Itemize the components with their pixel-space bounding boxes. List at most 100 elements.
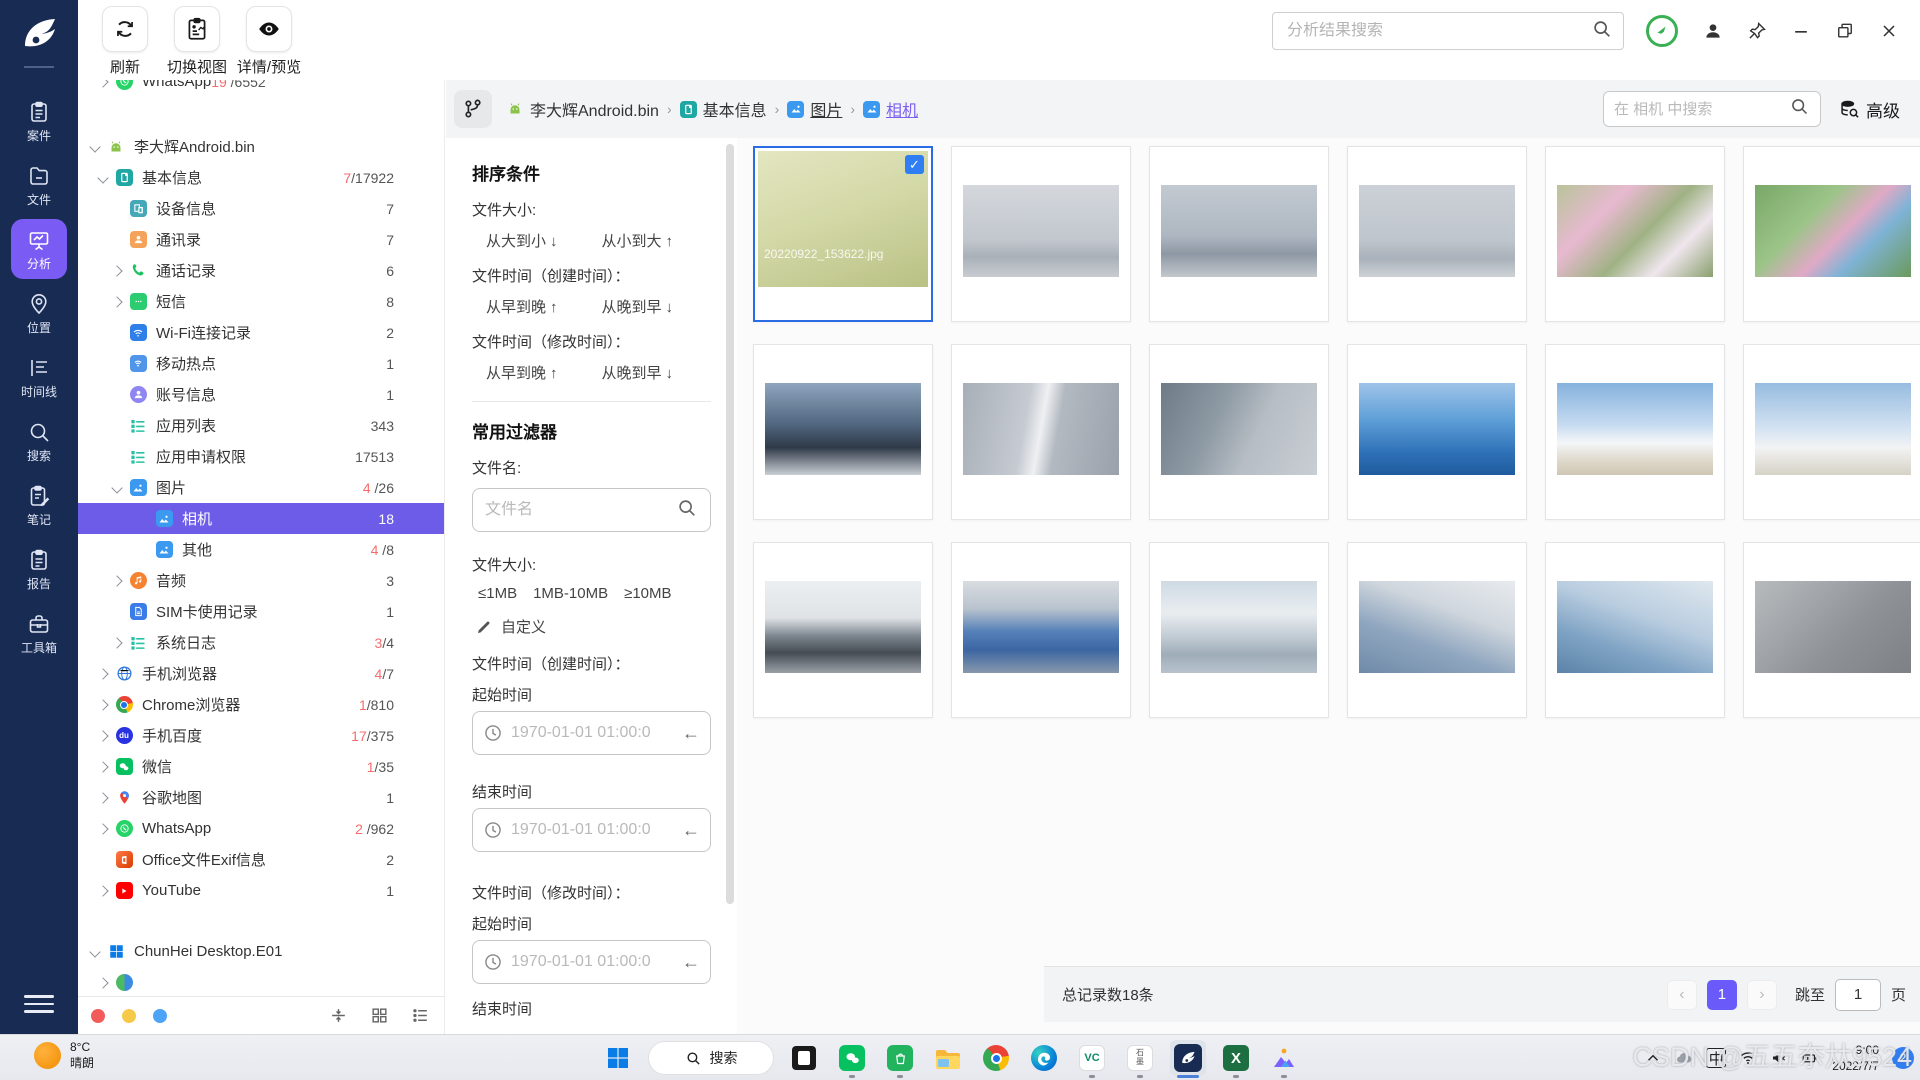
taskbar-app-store-green[interactable] xyxy=(882,1040,918,1076)
tree-item-图片[interactable]: 图片4 /26 xyxy=(78,472,444,503)
tree-item-应用列表[interactable]: 应用列表343 xyxy=(78,410,444,441)
sidebar-item-案件[interactable]: 案件 xyxy=(0,90,78,154)
photo-thumbnail[interactable] xyxy=(765,383,921,475)
chevron-right-icon[interactable] xyxy=(97,792,108,803)
taskbar-app-explorer[interactable] xyxy=(930,1040,966,1076)
reset-arrow-icon[interactable]: ← xyxy=(682,952,700,973)
breadcrumb-item-相机[interactable]: 相机 xyxy=(863,97,918,121)
photo-thumbnail[interactable] xyxy=(963,185,1119,277)
tree-item-其他[interactable]: 其他4 /8 xyxy=(78,534,444,565)
photo-thumbnail[interactable] xyxy=(1755,185,1911,277)
taskbar-search[interactable]: 搜索 xyxy=(648,1041,774,1075)
chevron-right-icon[interactable] xyxy=(111,575,122,586)
cloud-icon[interactable] xyxy=(1675,1049,1693,1067)
sort-option[interactable]: 从大到小↓ xyxy=(486,230,558,251)
tree-item-音频[interactable]: 音频3 xyxy=(78,565,444,596)
photo-card-4[interactable] xyxy=(1347,146,1527,322)
tree-item-相机[interactable]: 相机18 xyxy=(78,503,444,534)
sidebar-item-搜索[interactable]: 搜索 xyxy=(0,410,78,474)
photo-thumbnail[interactable] xyxy=(1557,383,1713,475)
photo-card-9[interactable] xyxy=(1149,344,1329,520)
photo-card-5[interactable] xyxy=(1545,146,1725,322)
reset-arrow-icon[interactable]: ← xyxy=(682,820,700,841)
tree-item-通话记录[interactable]: 通话记录6 xyxy=(78,255,444,286)
photo-card-14[interactable] xyxy=(951,542,1131,718)
taskbar-app-lanhu-app[interactable] xyxy=(1266,1040,1302,1076)
photo-thumbnail[interactable] xyxy=(1557,581,1713,673)
created-start-input[interactable]: 1970-01-01 01:00:0 ← xyxy=(472,711,711,755)
taskbar-app-forensic-app[interactable] xyxy=(1170,1040,1206,1076)
reset-arrow-icon[interactable]: ← xyxy=(682,723,700,744)
photo-thumbnail[interactable] xyxy=(1161,185,1317,277)
taskbar-app-task-view[interactable] xyxy=(786,1040,822,1076)
sort-option[interactable]: 从晚到早↓ xyxy=(602,362,674,383)
tree-item-Wi-Fi连接记录[interactable]: Wi-Fi连接记录2 xyxy=(78,317,444,348)
chevron-down-icon[interactable] xyxy=(89,946,100,957)
taskbar-app-chrome-app[interactable] xyxy=(978,1040,1014,1076)
volume-muted-icon[interactable] xyxy=(1770,1049,1788,1067)
user-icon[interactable] xyxy=(1702,20,1724,42)
tree-item-WhatsApp[interactable]: WhatsApp2 /962 xyxy=(78,813,444,844)
taskbar-app-shimo-app[interactable]: 石墨 xyxy=(1122,1040,1158,1076)
tree-item-YouTube[interactable]: YouTube1 xyxy=(78,875,444,906)
filter-scrollbar[interactable] xyxy=(726,144,734,904)
photo-card-17[interactable] xyxy=(1545,542,1725,718)
size-chip-≥10MB[interactable]: ≥10MB xyxy=(624,585,671,602)
close-button[interactable] xyxy=(1878,20,1900,42)
start-button[interactable] xyxy=(600,1040,636,1076)
tree-item-SIM卡使用记录[interactable]: SIM卡使用记录1 xyxy=(78,596,444,627)
chevron-right-icon[interactable] xyxy=(97,730,108,741)
scoped-search-input[interactable] xyxy=(1614,101,1789,118)
tree-item-Office文件Exif信息[interactable]: Office文件Exif信息2 xyxy=(78,844,444,875)
taskbar-app-vc-app[interactable]: VC xyxy=(1074,1040,1110,1076)
list-view-icon[interactable] xyxy=(411,1006,430,1025)
photo-thumbnail[interactable] xyxy=(1359,581,1515,673)
pin-icon[interactable] xyxy=(1746,20,1768,42)
sidebar-item-笔记[interactable]: 笔记 xyxy=(0,474,78,538)
photo-thumbnail[interactable] xyxy=(1359,383,1515,475)
sort-option[interactable]: 从早到晚↑ xyxy=(486,362,558,383)
breadcrumb-item-李大辉Android.bin[interactable]: 李大辉Android.bin xyxy=(506,97,659,121)
tree-item-clipped[interactable] xyxy=(78,967,444,996)
photo-card-13[interactable] xyxy=(753,542,933,718)
tree-item-WhatsApp[interactable]: WhatsApp19 /6552 xyxy=(78,80,316,97)
photo-thumbnail[interactable]: 20220922_153622.jpg xyxy=(758,151,928,287)
photo-card-3[interactable] xyxy=(1149,146,1329,322)
photo-thumbnail[interactable] xyxy=(1755,383,1911,475)
detail-preview-button[interactable]: 详情/预览 xyxy=(240,6,298,77)
menu-icon[interactable] xyxy=(24,990,54,1018)
tree-item-手机浏览器[interactable]: 手机浏览器4/7 xyxy=(78,658,444,689)
chevron-right-icon[interactable] xyxy=(97,823,108,834)
tree-item-移动热点[interactable]: 移动热点1 xyxy=(78,348,444,379)
tree-item-应用申请权限[interactable]: 应用申请权限17513 xyxy=(78,441,444,472)
prev-page-button[interactable]: ‹ xyxy=(1667,980,1697,1010)
taskbar-app-wechat-app[interactable] xyxy=(834,1040,870,1076)
tree-item-通讯录[interactable]: 通讯录7 xyxy=(78,224,444,255)
notification-badge[interactable]: 2 xyxy=(1892,1047,1914,1069)
tree-item-微信[interactable]: 微信1/35 xyxy=(78,751,444,782)
modified-start-input[interactable]: 1970-01-01 01:00:0 ← xyxy=(472,940,711,984)
tree-item-基本信息[interactable]: 基本信息7/17922 xyxy=(78,162,444,193)
photo-card-2[interactable] xyxy=(951,146,1131,322)
filename-filter-input[interactable] xyxy=(485,501,676,519)
sidebar-item-文件[interactable]: 文件 xyxy=(0,154,78,218)
wifi-icon[interactable] xyxy=(1739,1049,1757,1067)
photo-card-16[interactable] xyxy=(1347,542,1527,718)
taskbar-app-edge[interactable] xyxy=(1026,1040,1062,1076)
photo-thumbnail[interactable] xyxy=(1161,383,1317,475)
tree-item-谷歌地图[interactable]: 谷歌地图1 xyxy=(78,782,444,813)
tree-item-ChunHei Desktop.E01[interactable]: ChunHei Desktop.E01 xyxy=(78,936,444,967)
chevron-right-icon[interactable] xyxy=(111,265,122,276)
sidebar-item-时间线[interactable]: 时间线 xyxy=(0,346,78,410)
tree-item-李大辉Android.bin[interactable]: 李大辉Android.bin xyxy=(78,131,444,162)
photo-thumbnail[interactable] xyxy=(963,383,1119,475)
breadcrumb-item-基本信息[interactable]: 基本信息 xyxy=(680,97,767,121)
photo-thumbnail[interactable] xyxy=(1161,581,1317,673)
collapse-panel-icon[interactable] xyxy=(329,1006,348,1025)
photo-card-12[interactable] xyxy=(1743,344,1920,520)
photo-card-15[interactable] xyxy=(1149,542,1329,718)
size-chip-1MB-10MB[interactable]: 1MB-10MB xyxy=(533,585,608,602)
chevron-right-icon[interactable] xyxy=(97,699,108,710)
ime-indicator[interactable]: 中 xyxy=(1706,1048,1726,1068)
tree-structure-icon[interactable] xyxy=(454,90,492,128)
